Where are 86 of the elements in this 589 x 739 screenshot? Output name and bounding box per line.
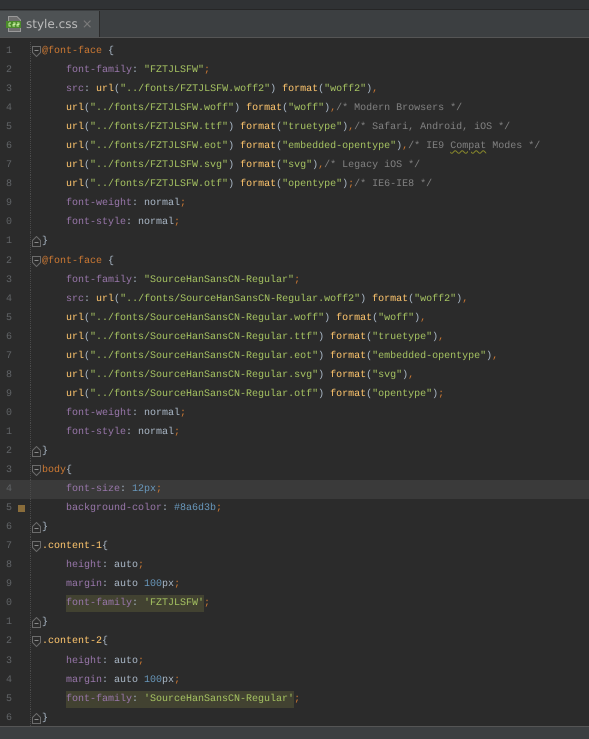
code-line: }	[42, 446, 48, 457]
fold-icon[interactable]	[32, 617, 41, 628]
code-line: background-color: #8a6d3b;	[65, 503, 222, 514]
line-number: 5	[4, 122, 12, 134]
code-line: @font-face {	[42, 46, 114, 58]
line-number: 3	[4, 274, 12, 286]
code-line: url("../fonts/SourceHanSansCN-Regular.woff") format("woff"),	[65, 312, 426, 324]
line-number: 7	[4, 160, 12, 172]
line-number: 9	[4, 388, 12, 400]
code-line: url("../fonts/SourceHanSansCN-Regular.ttf") format("truetype"),	[65, 332, 444, 343]
code-line: url("../fonts/SourceHanSansCN-Regular.svg") format("svg"),	[65, 370, 414, 381]
code-line: }	[42, 236, 48, 248]
code-line: font-family: 'FZTJLSFW';	[42, 598, 210, 610]
line-number: 1	[4, 617, 12, 628]
line-number: 3	[4, 465, 12, 476]
code-line: margin: auto 100px;	[65, 579, 180, 590]
line-number: 0	[4, 408, 12, 419]
code-line: url("../fonts/FZTJLSFW.ttf") format("truetype"),/* Safari, Android, iOS */	[65, 122, 510, 134]
code-line: body{	[42, 465, 72, 476]
fold-icon[interactable]	[32, 446, 41, 457]
line-number: 5	[4, 312, 12, 324]
line-number: 4	[4, 294, 12, 305]
line-number: 8	[4, 560, 12, 572]
line-number: 6	[4, 712, 12, 724]
line-number: 0	[4, 217, 12, 228]
code-line: url("../fonts/FZTJLSFW.svg") format("svg"),/* Legacy iOS */	[65, 160, 420, 172]
line-number: 1	[4, 46, 12, 58]
code-line: margin: auto 100px;	[65, 674, 180, 686]
fold-icon[interactable]	[32, 256, 41, 267]
code-line: height: auto;	[65, 560, 144, 572]
usage-highlight: font-family: 'FZTJLSFW'	[66, 595, 204, 612]
code-line: font-size: 12px;	[65, 484, 162, 496]
line-number: 3	[4, 84, 12, 96]
code-line: font-family: "SourceHanSansCN-Regular";	[65, 274, 300, 286]
line-number: 7	[4, 350, 12, 362]
code-line: font-style: normal;	[65, 217, 180, 228]
fold-icon[interactable]	[32, 636, 41, 648]
line-number: 1	[4, 426, 12, 438]
line-number: 9	[4, 198, 12, 210]
code-line: url("../fonts/SourceHanSansCN-Regular.eot") format("embedded-opentype"),	[65, 350, 498, 362]
fold-icon[interactable]	[32, 522, 41, 534]
line-number: 1	[4, 236, 12, 248]
code-line: src: url("../fonts/SourceHanSansCN-Regular.woff2") format("woff2"),	[65, 294, 468, 305]
line-number: 5	[4, 694, 12, 705]
code-line: @font-face {	[42, 256, 114, 267]
code-line: url("../fonts/FZTJLSFW.otf") format("opentype");/* IE6-IE8 */	[65, 179, 432, 190]
line-number: 0	[4, 598, 12, 610]
code-line: url("../fonts/FZTJLSFW.woff") format("woff"),/* Modern Browsers */	[65, 103, 462, 114]
line-number: 2	[4, 65, 12, 76]
code-line: url("../fonts/SourceHanSansCN-Regular.otf") format("opentype");	[65, 388, 444, 400]
line-number: 4	[4, 103, 12, 114]
line-number: 2	[4, 636, 12, 648]
code-line: font-family: "FZTJLSFW";	[65, 65, 210, 76]
line-number: 4	[4, 674, 12, 686]
usage-highlight: font-family: 'SourceHanSansCN-Regular'	[66, 690, 294, 708]
code-line: url("../fonts/FZTJLSFW.eot") format("embedded-opentype"),/* IE9 Compat Modes */	[65, 141, 540, 152]
line-number: 2	[4, 256, 12, 267]
fold-icon[interactable]	[32, 465, 41, 476]
line-number: 6	[4, 141, 12, 152]
line-number: 7	[4, 541, 12, 552]
line-number: 8	[4, 179, 12, 190]
tab-label: style.css	[26, 17, 78, 31]
fold-icon[interactable]	[32, 236, 41, 248]
code-line: .content-2{	[42, 636, 108, 648]
code-line: }	[42, 712, 48, 724]
code-line: font-weight: normal;	[65, 198, 186, 210]
fold-icon[interactable]	[32, 712, 41, 724]
line-number: 6	[4, 332, 12, 343]
line-number: 9	[4, 579, 12, 590]
code-line: height: auto;	[65, 656, 144, 667]
code-line: .content-1{	[42, 541, 108, 552]
line-number: 3	[4, 656, 12, 667]
code-line: src: url("../fonts/FZTJLSFW.woff2") format("woff2"),	[65, 84, 378, 96]
code-line: font-family: 'SourceHanSansCN-Regular';	[42, 694, 300, 705]
line-number: 2	[4, 446, 12, 457]
fold-icon[interactable]	[32, 541, 41, 552]
line-number: 8	[4, 370, 12, 381]
code-line: font-weight: normal;	[65, 408, 186, 419]
fold-icon[interactable]	[32, 46, 41, 58]
code-line: }	[42, 617, 48, 628]
line-number: 5	[4, 503, 12, 514]
css-file-icon	[6, 16, 22, 32]
file-tab[interactable]: style.css ×	[0, 11, 100, 37]
line-number: 6	[4, 522, 12, 534]
code-line: font-style: normal;	[65, 426, 180, 438]
code-line: }	[42, 522, 48, 534]
